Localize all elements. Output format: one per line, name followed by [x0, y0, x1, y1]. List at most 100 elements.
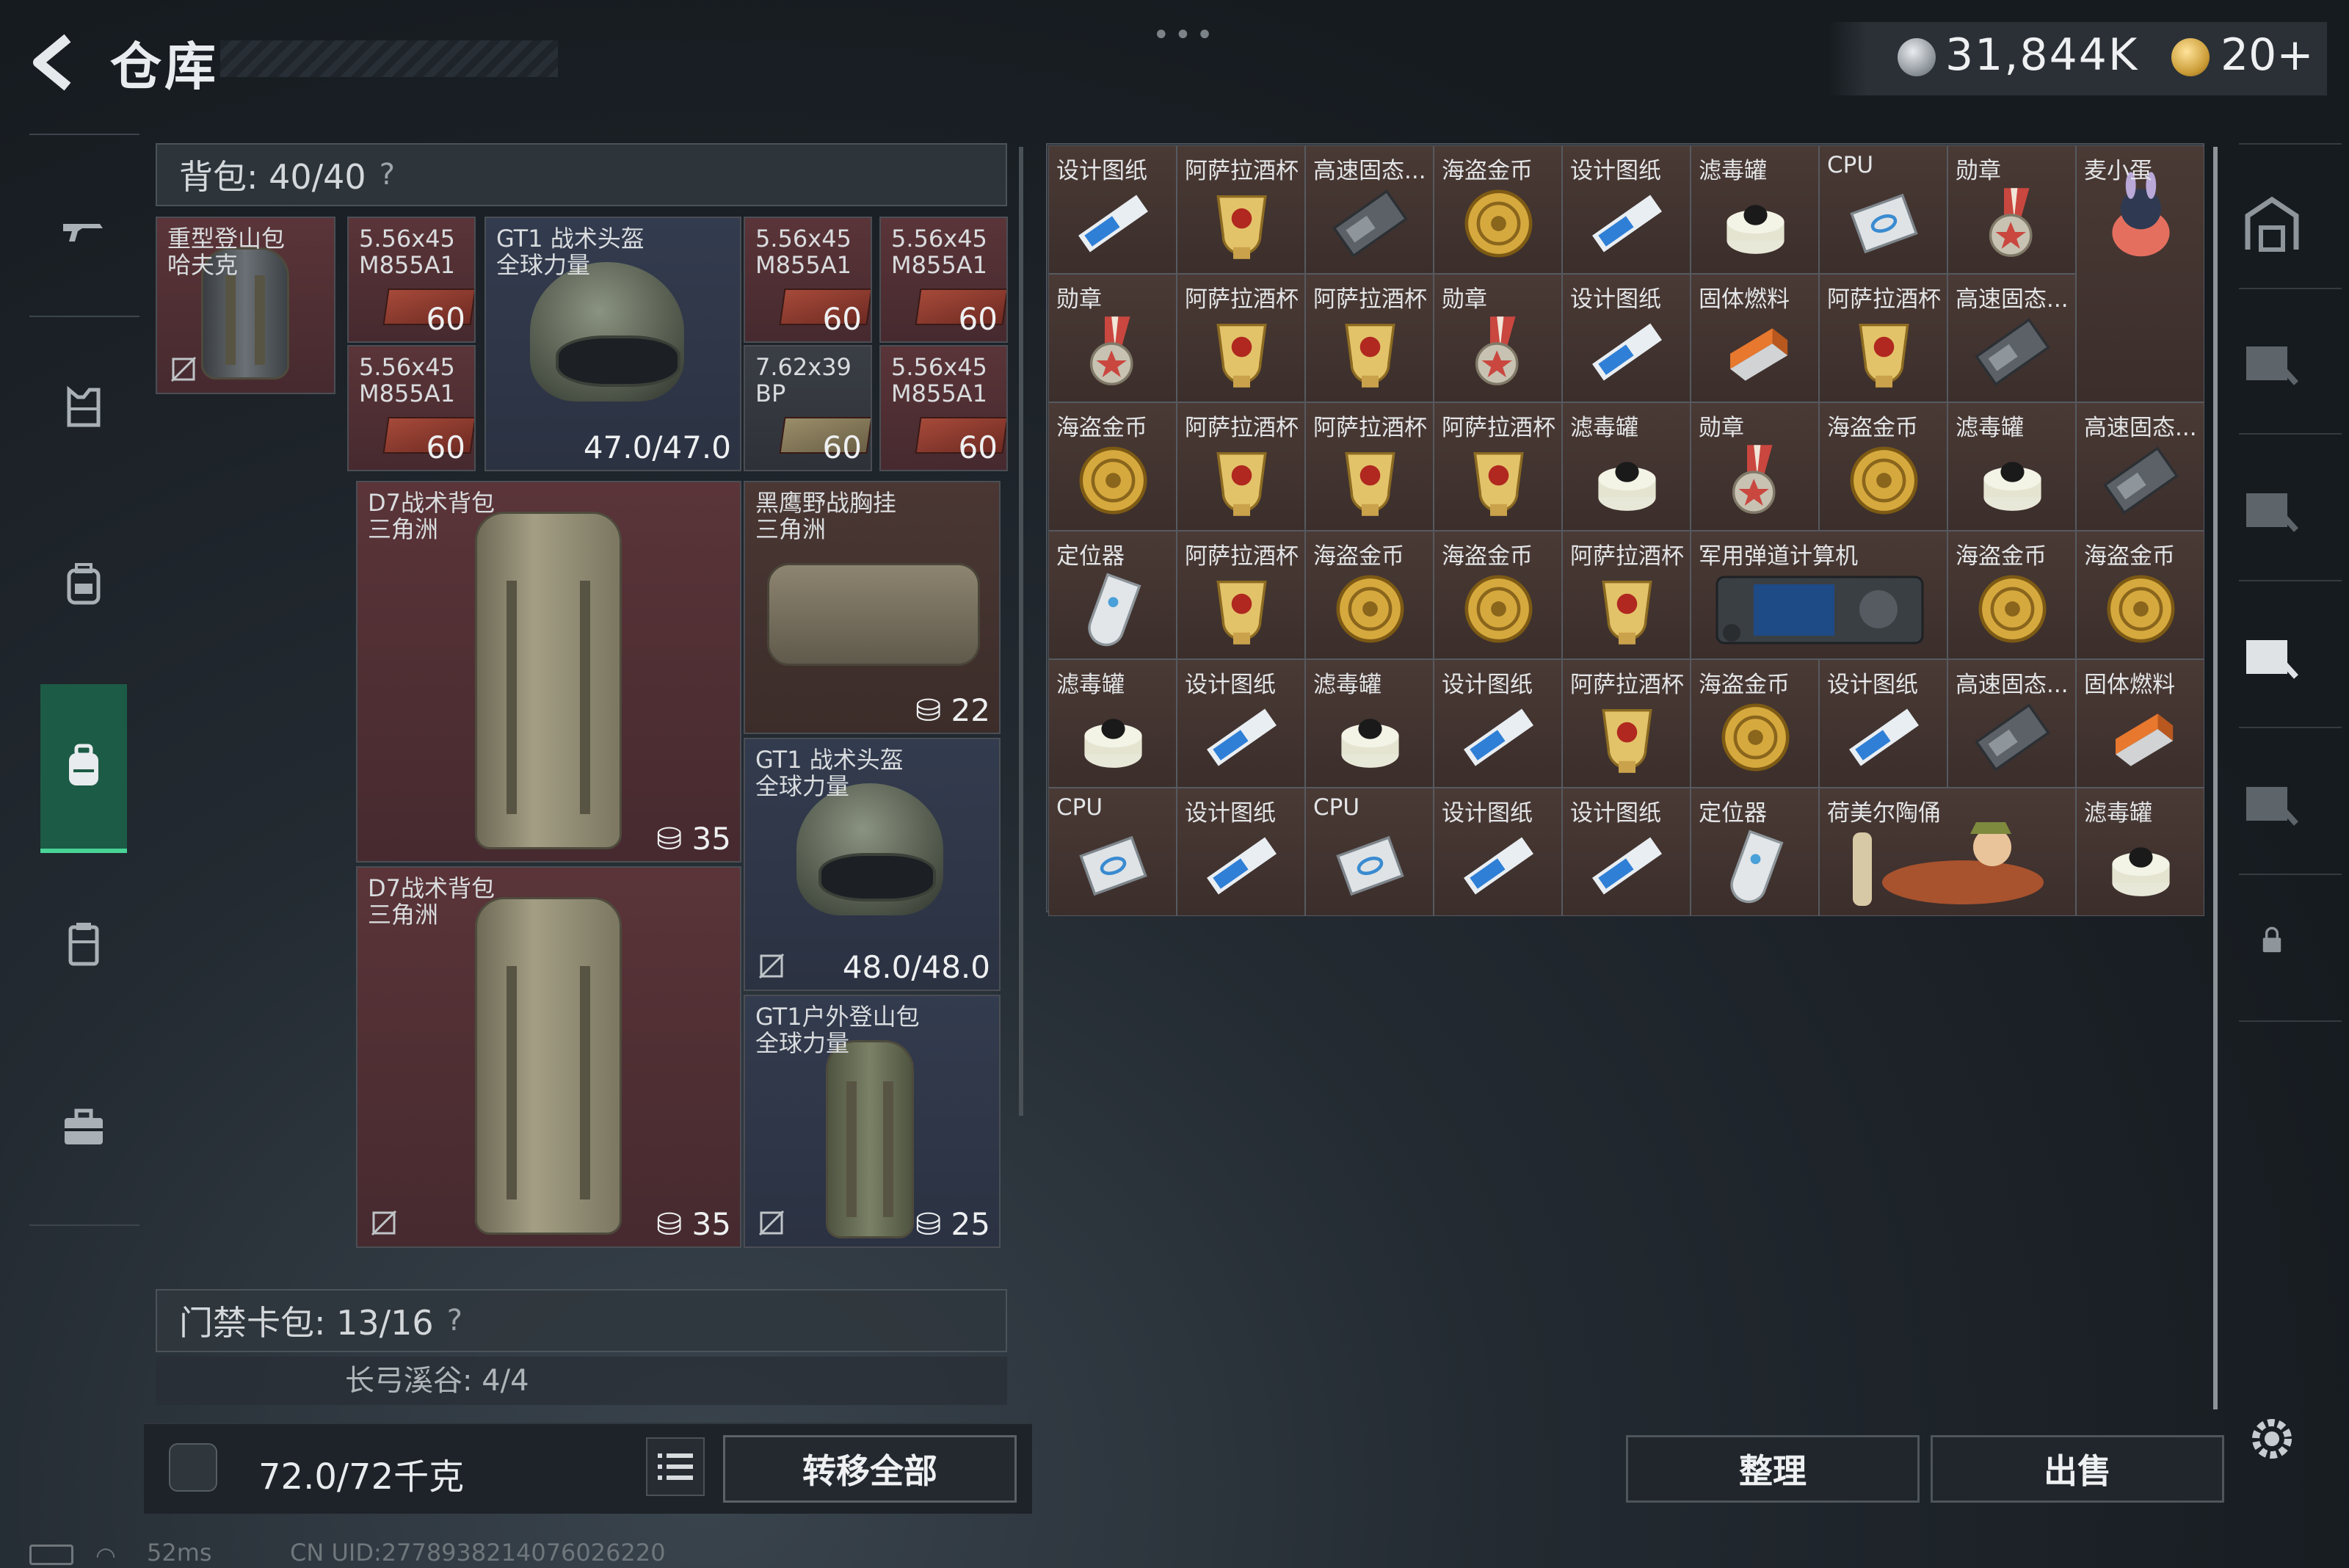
warehouse-item[interactable]: CPU [1048, 788, 1177, 916]
warehouse-icon [2245, 196, 2299, 252]
warehouse-item[interactable]: 设计图纸 [1562, 788, 1691, 916]
warehouse-item[interactable]: 阿萨拉酒杯 [1562, 659, 1691, 788]
backpack-slot-outdoor-pack[interactable]: GT1户外登山包 全球力量 ⛁ 25 [744, 995, 1001, 1248]
briefcase-icon [65, 1108, 103, 1144]
backpack-slot-helmet[interactable]: GT1 战术头盔 全球力量 48.0/48.0 [744, 738, 1001, 991]
backpack-slot-ammo[interactable]: 5.56x45 M855A1 60 [347, 345, 476, 471]
nav-bags[interactable] [40, 543, 127, 624]
back-arrow-icon[interactable] [22, 29, 88, 95]
nav-weapons[interactable] [40, 191, 127, 272]
warehouse-item[interactable]: 海盗金币 [1947, 531, 2076, 659]
sell-button[interactable]: 出售 [1931, 1435, 2224, 1503]
warehouse-item[interactable]: 滤毒罐 [2076, 788, 2204, 916]
filter-storage-2[interactable] [2224, 462, 2320, 558]
warehouse-item[interactable]: 定位器 [1691, 788, 1819, 916]
filter-storage-1[interactable] [2224, 316, 2320, 411]
warehouse-item[interactable]: 滤毒罐 [1947, 402, 2076, 531]
backpack-slot-hiking-pack[interactable]: 重型登山包 哈夫克 [156, 217, 335, 394]
warehouse-item[interactable]: 海盗金币 [1305, 531, 1434, 659]
warehouse-item[interactable]: 阿萨拉酒杯 [1177, 274, 1305, 402]
warehouse-item[interactable]: 勋章 [1947, 145, 2076, 274]
warehouse-scrollbar[interactable] [2213, 147, 2218, 1409]
list-view-button[interactable] [646, 1437, 705, 1496]
help-icon[interactable]: ? [380, 158, 395, 192]
warehouse-item[interactable]: CPU [1305, 788, 1434, 916]
transfer-all-button[interactable]: 转移全部 [723, 1435, 1017, 1503]
backpack-slot-d7-pack[interactable]: D7战术背包 三角洲 ⛁ 35 [356, 866, 741, 1248]
warehouse-item[interactable]: 阿萨拉酒杯 [1177, 145, 1305, 274]
warehouse-item[interactable]: 勋章 [1048, 274, 1177, 402]
backpack-scrollbar[interactable] [1019, 147, 1023, 1116]
warehouse-item[interactable]: 勋章 [1691, 402, 1819, 531]
backpack-slot-helmet[interactable]: GT1 战术头盔 全球力量 47.0/47.0 [484, 217, 741, 471]
warehouse-item[interactable]: 设计图纸 [1434, 788, 1562, 916]
keycard-sub-row[interactable] [156, 1357, 1007, 1405]
warehouse-item[interactable]: 军用弹道计算机 [1691, 531, 1947, 659]
backpack-slot-d7-pack[interactable]: D7战术背包 三角洲 ⛁ 35 [356, 481, 741, 863]
warehouse-item[interactable]: 滤毒罐 [1305, 659, 1434, 788]
warehouse-item[interactable]: 设计图纸 [1434, 659, 1562, 788]
cup-icon [1602, 708, 1652, 773]
slot-qty: 60 [426, 301, 465, 337]
warehouse-item-name: 滤毒罐 [1956, 415, 2024, 441]
sort-button[interactable]: 整理 [1626, 1435, 1920, 1503]
nav-backpack[interactable] [40, 684, 127, 853]
tickets-value[interactable]: 20+ [2221, 29, 2314, 81]
blueprint-icon [1207, 837, 1277, 895]
warehouse-item[interactable]: CPU [1819, 145, 1947, 274]
warehouse-item[interactable]: 设计图纸 [1562, 145, 1691, 274]
warehouse-item[interactable]: 阿萨拉酒杯 [1434, 402, 1562, 531]
warehouse-item[interactable]: 阿萨拉酒杯 [1562, 531, 1691, 659]
warehouse-item[interactable]: 高速固态... [1305, 145, 1434, 274]
nav-cases[interactable] [40, 903, 127, 984]
warehouse-item[interactable]: 海盗金币 [1434, 145, 1562, 274]
nav-armor[interactable] [40, 367, 127, 448]
warehouse-item[interactable]: 海盗金币 [1048, 402, 1177, 531]
warehouse-item[interactable]: 滤毒罐 [1048, 659, 1177, 788]
warehouse-item[interactable]: 阿萨拉酒杯 [1819, 274, 1947, 402]
backpack-slot-ammo[interactable]: 7.62x39 BP 60 [744, 345, 872, 471]
backpack-slot-ammo[interactable]: 5.56x45 M855A1 60 [879, 217, 1008, 343]
filter-storage-4[interactable] [2224, 756, 2320, 852]
warehouse-item[interactable]: 设计图纸 [1177, 659, 1305, 788]
warehouse-item[interactable]: 滤毒罐 [1562, 402, 1691, 531]
backpack-slot-chest-rig[interactable]: 黑鹰野战胸挂 三角洲 ⛁ 22 [744, 481, 1001, 734]
warehouse-item[interactable]: 固体燃料 [1691, 274, 1819, 402]
backpack-slot-ammo[interactable]: 5.56x45 M855A1 60 [347, 217, 476, 343]
help-icon[interactable]: ? [447, 1304, 462, 1337]
warehouse-item[interactable]: 阿萨拉酒杯 [1305, 402, 1434, 531]
more-dots-icon[interactable]: ••• [1152, 18, 1218, 52]
nav-toolbox[interactable] [40, 1086, 127, 1167]
warehouse-item[interactable]: 高速固态... [2076, 402, 2204, 531]
backpack-slot-ammo[interactable]: 5.56x45 M855A1 60 [744, 217, 872, 343]
warehouse-item[interactable]: 高速固态... [1947, 659, 2076, 788]
warehouse-item[interactable]: 海盗金币 [1434, 531, 1562, 659]
filter-locked[interactable] [2224, 903, 2320, 976]
warehouse-item[interactable]: 高速固态... [1947, 274, 2076, 402]
warehouse-item[interactable]: 阿萨拉酒杯 [1177, 402, 1305, 531]
warehouse-item[interactable]: 设计图纸 [1048, 145, 1177, 274]
warehouse-item[interactable]: 麦小蛋 [2076, 145, 2204, 402]
warehouse-item[interactable]: 荷美尔陶俑 [1819, 788, 2076, 916]
warehouse-item[interactable]: 海盗金币 [1819, 402, 1947, 531]
filter-storage-3[interactable] [2224, 609, 2320, 705]
warehouse-item[interactable]: 定位器 [1048, 531, 1177, 659]
warehouse-item-name: 海盗金币 [1313, 543, 1404, 570]
cpu-icon [1336, 835, 1404, 896]
settings-gear-icon[interactable] [2243, 1409, 2301, 1468]
filter-all[interactable] [2224, 176, 2320, 272]
warehouse-item[interactable]: 海盗金币 [2076, 531, 2204, 659]
warehouse-item[interactable]: 固体燃料 [2076, 659, 2204, 788]
keycard-header[interactable]: 门禁卡包: 13/16 ? [156, 1289, 1007, 1352]
backpack-slot-ammo[interactable]: 5.56x45 M855A1 60 [879, 345, 1008, 471]
warehouse-item[interactable]: 设计图纸 [1819, 659, 1947, 788]
no-insure-icon [758, 1210, 785, 1236]
warehouse-item[interactable]: 阿萨拉酒杯 [1177, 531, 1305, 659]
warehouse-item[interactable]: 海盗金币 [1691, 659, 1819, 788]
warehouse-item[interactable]: 滤毒罐 [1691, 145, 1819, 274]
warehouse-item[interactable]: 阿萨拉酒杯 [1305, 274, 1434, 402]
warehouse-item-name: 高速固态... [1956, 286, 2069, 313]
warehouse-item[interactable]: 设计图纸 [1177, 788, 1305, 916]
warehouse-item[interactable]: 设计图纸 [1562, 274, 1691, 402]
warehouse-item[interactable]: 勋章 [1434, 274, 1562, 402]
